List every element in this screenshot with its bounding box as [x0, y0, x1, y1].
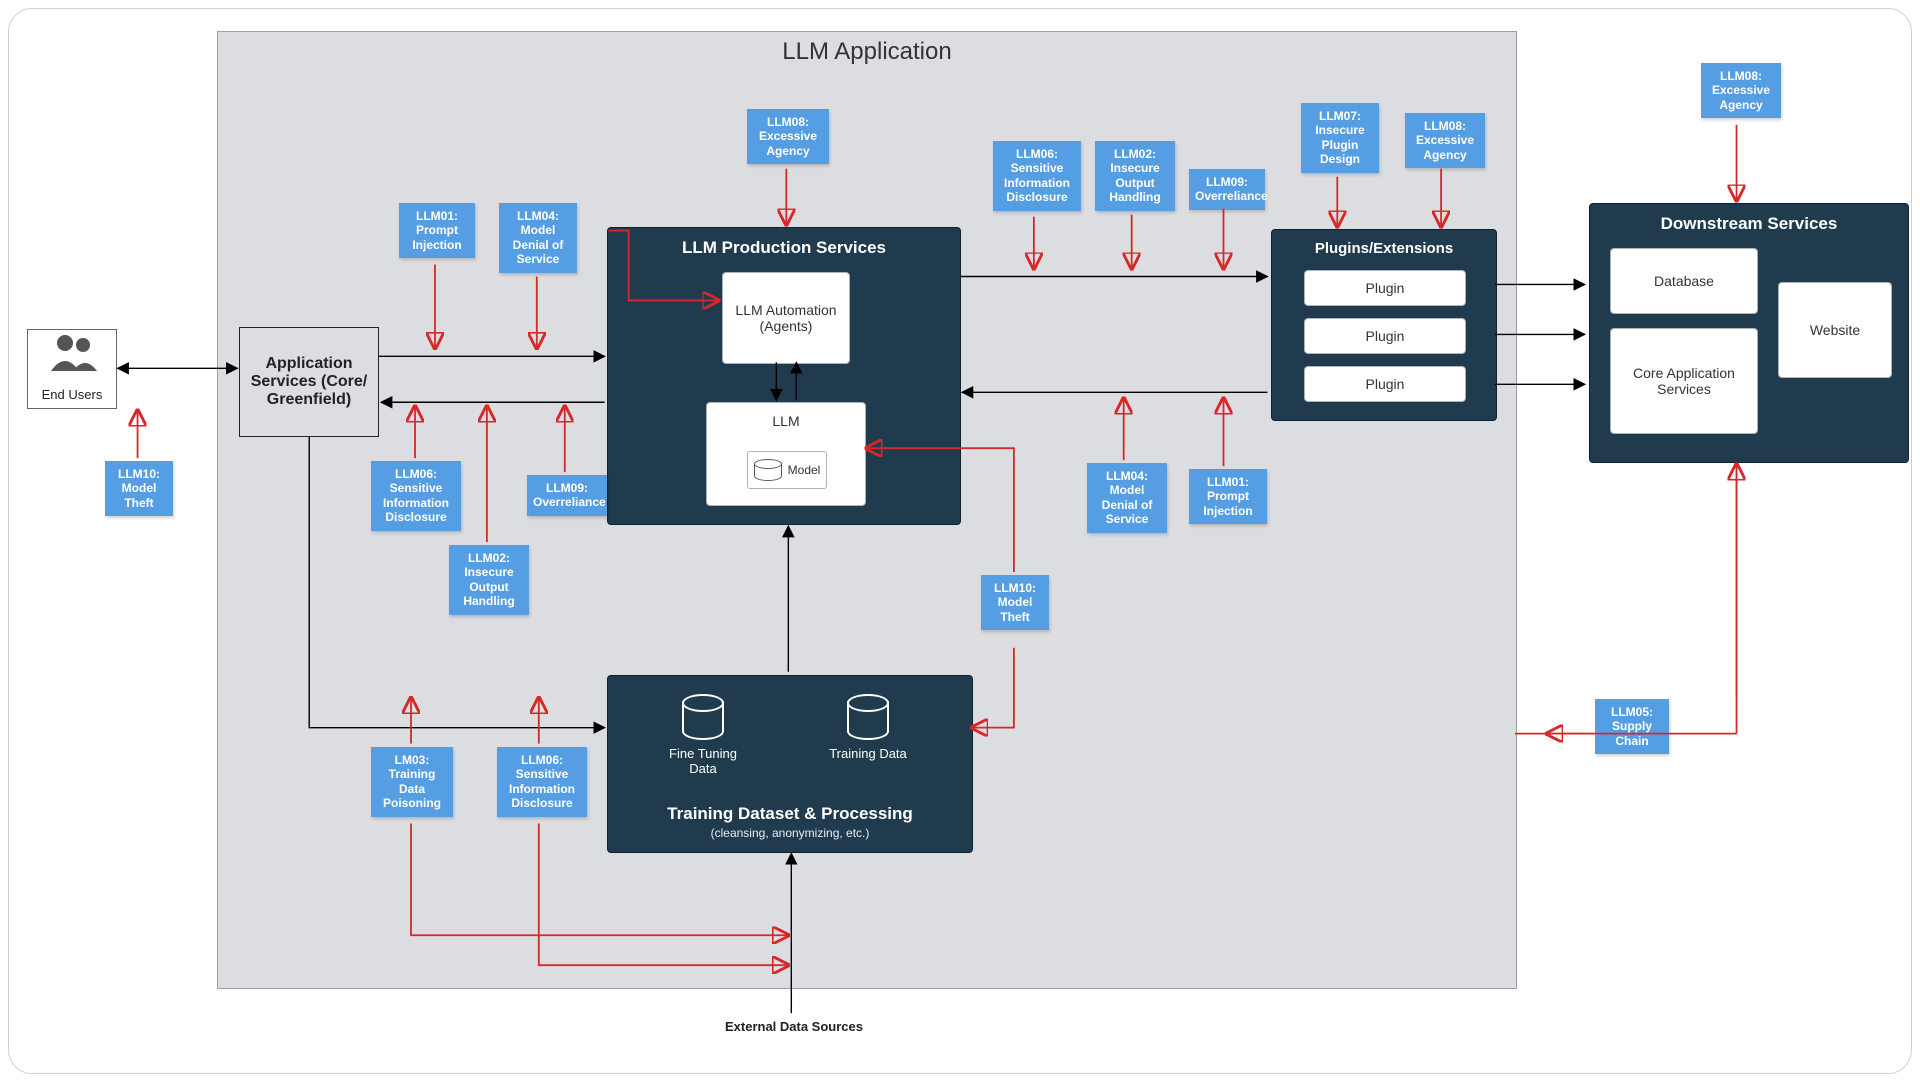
cylinder-icon — [682, 694, 724, 740]
diagram-stage: LLM Application End Users Application Se… — [9, 9, 1911, 1073]
training-dataset-box: Training Dataset & Processing (cleansing… — [607, 675, 973, 853]
note-llm08-downstream: LLM08:Excessive Agency — [1701, 63, 1781, 118]
note-llm10-model-theft-left: LLM10:Model Theft — [105, 461, 173, 516]
plugins-title: Plugins/Extensions — [1272, 240, 1496, 257]
application-services-box: Application Services (Core/ Greenfield) — [239, 327, 379, 437]
fine-tuning-label: Fine Tuning Data — [658, 746, 748, 776]
note-llm04-dos: LLM04:Model Denial of Service — [499, 203, 577, 273]
database-box: Database — [1610, 248, 1758, 314]
llm-production-services-box: LLM Production Services LLM Automation (… — [607, 227, 961, 525]
note-llm09-mid: LLM09:Overreliance — [527, 475, 607, 516]
note-llm01-low: LLM01:Prompt Injection — [1189, 469, 1267, 524]
downstream-services-box: Downstream Services Database Website Cor… — [1589, 203, 1909, 463]
note-llm08-excessive-agency: LLM08:Excessive Agency — [747, 109, 829, 164]
plugin-row-0: Plugin — [1304, 270, 1466, 306]
note-llm02-mid: LLM02:Insecure Output Handling — [449, 545, 529, 615]
note-llm02-insecure-output: LLM02:Insecure Output Handling — [1095, 141, 1175, 211]
database-label: Database — [1654, 273, 1714, 289]
note-llm06-training: LLM06:Sensitive Information Disclosure — [497, 747, 587, 817]
note-llm07-insecure-plugin: LLM07:Insecure Plugin Design — [1301, 103, 1379, 173]
model-box: Model — [747, 451, 827, 489]
end-users-label: End Users — [42, 387, 103, 402]
plugin-row-1: Plugin — [1304, 318, 1466, 354]
note-lm03-training-poisoning: LM03:Training Data Poisoning — [371, 747, 453, 817]
plugin-label: Plugin — [1366, 376, 1405, 392]
model-label: Model — [788, 463, 821, 477]
plugin-label: Plugin — [1366, 328, 1405, 344]
prod-services-title: LLM Production Services — [608, 238, 960, 258]
core-app-label: Core Application Services — [1615, 365, 1753, 397]
external-data-sources-label: External Data Sources — [719, 1019, 869, 1034]
plugins-extensions-box: Plugins/Extensions Plugin Plugin Plugin — [1271, 229, 1497, 421]
plugin-label: Plugin — [1366, 280, 1405, 296]
note-llm08-plugins: LLM08:Excessive Agency — [1405, 113, 1485, 168]
llm-agents-label: LLM Automation (Agents) — [727, 302, 845, 334]
website-label: Website — [1810, 322, 1860, 338]
training-data-label: Training Data — [823, 746, 913, 761]
website-box: Website — [1778, 282, 1892, 378]
llm-box: LLM Model — [706, 402, 866, 506]
plugin-row-2: Plugin — [1304, 366, 1466, 402]
core-app-services-box: Core Application Services — [1610, 328, 1758, 434]
llm-agents-box: LLM Automation (Agents) — [722, 272, 850, 364]
cylinder-icon — [847, 694, 889, 740]
llm-label: LLM — [772, 413, 799, 429]
external-data-label-text: External Data Sources — [725, 1019, 863, 1034]
training-title: Training Dataset & Processing — [608, 804, 972, 824]
note-llm01-prompt-injection: LLM01:Prompt Injection — [399, 203, 475, 258]
note-llm09-overreliance: LLM09:Overreliance — [1189, 169, 1265, 210]
note-llm04-low: LLM04:Model Denial of Service — [1087, 463, 1167, 533]
application-services-label: Application Services (Core/ Greenfield) — [246, 355, 372, 409]
note-llm06-sensitive-disclosure: LLM06:Sensitive Information Disclosure — [993, 141, 1081, 211]
note-llm05-supply-chain: LLM05:Supply Chain — [1595, 699, 1669, 754]
training-subtitle: (cleansing, anonymizing, etc.) — [608, 826, 972, 840]
downstream-title: Downstream Services — [1590, 214, 1908, 234]
note-llm06-mid: LLM06:Sensitive Information Disclosure — [371, 461, 461, 531]
region-title: LLM Application — [218, 38, 1516, 66]
end-users-box: End Users — [27, 329, 117, 409]
cylinder-icon — [754, 459, 782, 481]
note-llm10-low: LLM10:Model Theft — [981, 575, 1049, 630]
